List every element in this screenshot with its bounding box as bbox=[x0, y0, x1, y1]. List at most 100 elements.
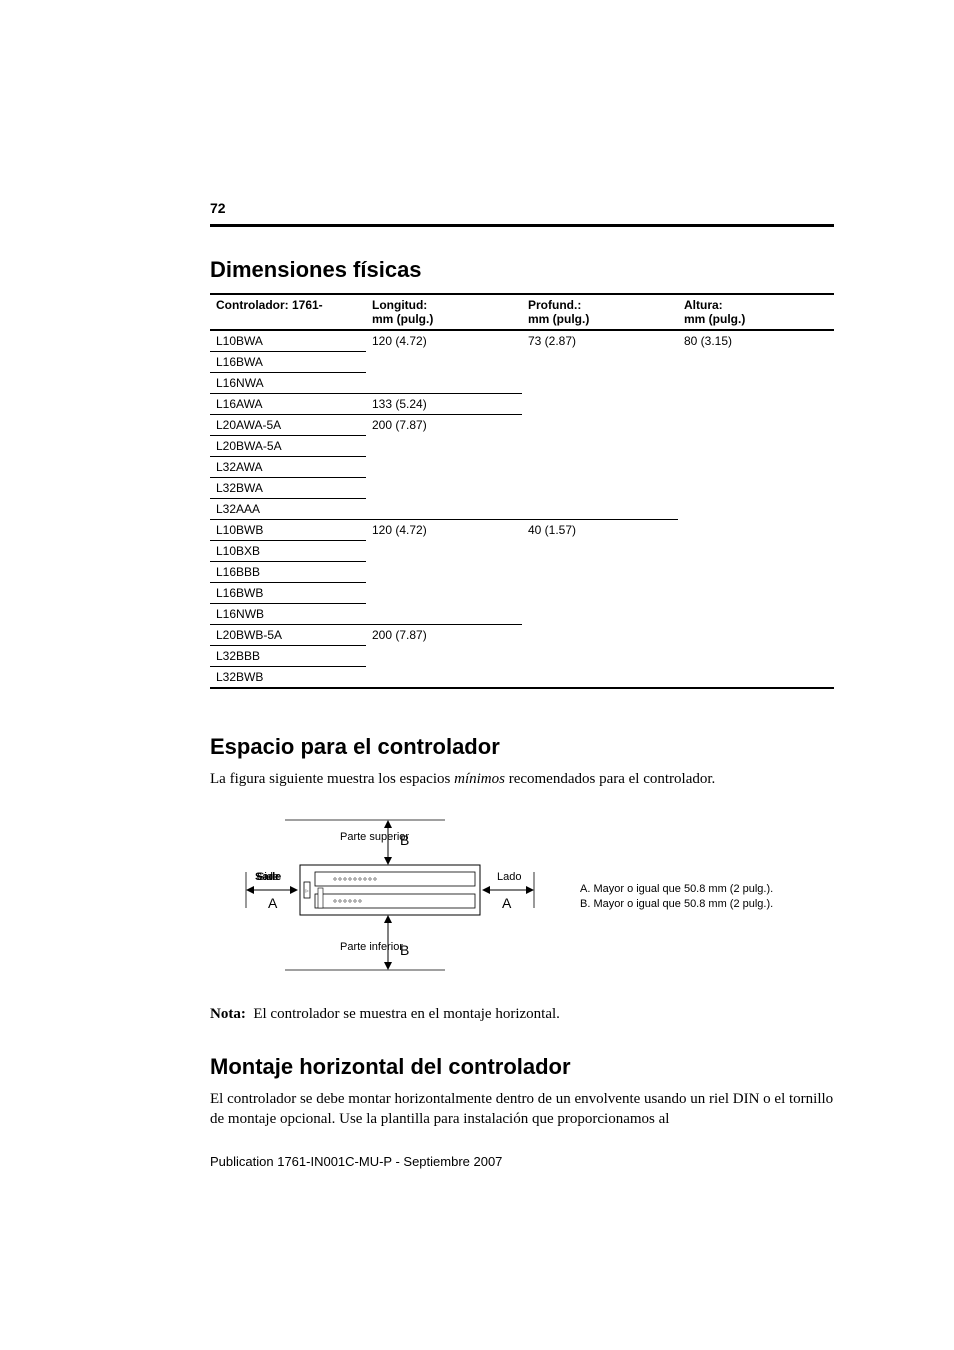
label-top: Parte superior bbox=[340, 831, 409, 843]
table-cell bbox=[678, 478, 834, 499]
th-depth-l1: Profund.: bbox=[528, 298, 581, 312]
th-depth: Profund.: mm (pulg.) bbox=[522, 294, 678, 330]
table-cell bbox=[522, 457, 678, 478]
table-cell bbox=[678, 646, 834, 667]
note-text: El controlador se muestra en el montaje … bbox=[253, 1006, 560, 1022]
intro-italic: mínimos bbox=[454, 771, 505, 787]
label-a-left: A bbox=[268, 895, 278, 911]
header-rule bbox=[210, 224, 834, 227]
page-number: 72 bbox=[210, 200, 834, 216]
label-bottom: Parte inferior bbox=[340, 941, 403, 953]
table-cell: L10BWA bbox=[210, 330, 366, 352]
montaje-para: El controlador se debe montar horizontal… bbox=[210, 1090, 834, 1129]
table-cell bbox=[366, 667, 522, 689]
table-cell: L20BWB-5A bbox=[210, 625, 366, 646]
table-row: L32AAA bbox=[210, 499, 834, 520]
table-cell bbox=[678, 667, 834, 689]
table-cell bbox=[678, 373, 834, 394]
spacing-diagram: ▷ bbox=[240, 810, 540, 985]
table-row: L10BXB bbox=[210, 541, 834, 562]
table-cell bbox=[678, 583, 834, 604]
table-row: L20BWA-5A bbox=[210, 436, 834, 457]
table-cell: L20BWA-5A bbox=[210, 436, 366, 457]
th-controller: Controlador: 1761- bbox=[210, 294, 366, 330]
table-cell: 200 (7.87) bbox=[366, 415, 522, 436]
th-length-l1: Longitud: bbox=[372, 298, 427, 312]
table-cell: L32BWA bbox=[210, 478, 366, 499]
espacio-intro: La figura siguiente muestra los espacios… bbox=[210, 770, 834, 790]
table-row: L10BWB120 (4.72)40 (1.57) bbox=[210, 520, 834, 541]
table-cell bbox=[522, 646, 678, 667]
th-height: Altura: mm (pulg.) bbox=[678, 294, 834, 330]
table-row: L16BWB bbox=[210, 583, 834, 604]
table-cell bbox=[366, 583, 522, 604]
heading-espacio: Espacio para el controlador bbox=[210, 734, 834, 760]
table-cell: 40 (1.57) bbox=[522, 520, 678, 541]
table-row: L20AWA-5A200 (7.87) bbox=[210, 415, 834, 436]
table-row: L32AWA bbox=[210, 457, 834, 478]
table-cell bbox=[522, 604, 678, 625]
table-cell bbox=[366, 478, 522, 499]
table-cell: L16BWB bbox=[210, 583, 366, 604]
legend-b: B. Mayor o igual que 50.8 mm (2 pulg.). bbox=[580, 897, 773, 912]
figure-legend: A. Mayor o igual que 50.8 mm (2 pulg.). … bbox=[580, 882, 773, 913]
table-cell: L16BWA bbox=[210, 352, 366, 373]
table-cell bbox=[366, 352, 522, 373]
table-cell bbox=[678, 352, 834, 373]
table-cell: 73 (2.87) bbox=[522, 330, 678, 352]
table-cell bbox=[678, 604, 834, 625]
table-row: L16NWB bbox=[210, 604, 834, 625]
table-cell: L32AAA bbox=[210, 499, 366, 520]
table-cell bbox=[678, 415, 834, 436]
table-cell bbox=[678, 394, 834, 415]
th-length: Longitud: mm (pulg.) bbox=[366, 294, 522, 330]
label-b-bottom: B bbox=[400, 942, 409, 958]
table-cell: L16AWA bbox=[210, 394, 366, 415]
table-row: L10BWA120 (4.72)73 (2.87)80 (3.15) bbox=[210, 330, 834, 352]
table-cell: L32AWA bbox=[210, 457, 366, 478]
table-cell: L16NWA bbox=[210, 373, 366, 394]
table-row: L32BWB bbox=[210, 667, 834, 689]
table-cell bbox=[366, 457, 522, 478]
note-line: Nota: El controlador se muestra en el mo… bbox=[210, 1005, 834, 1025]
table-row: L16AWA133 (5.24) bbox=[210, 394, 834, 415]
publication-footer: Publication 1761-IN001C-MU-P - Septiembr… bbox=[210, 1154, 834, 1169]
spacing-figure: ▷ bbox=[240, 810, 834, 985]
table-cell bbox=[366, 562, 522, 583]
table-cell bbox=[522, 394, 678, 415]
table-cell bbox=[366, 499, 522, 520]
table-row: L20BWB-5A200 (7.87) bbox=[210, 625, 834, 646]
table-row: L16NWA bbox=[210, 373, 834, 394]
th-depth-l2: mm (pulg.) bbox=[528, 312, 589, 326]
label-side-left-struck: Side bbox=[257, 871, 279, 883]
table-cell bbox=[522, 478, 678, 499]
table-cell bbox=[678, 457, 834, 478]
table-cell bbox=[366, 436, 522, 457]
table-cell bbox=[366, 541, 522, 562]
table-cell: 120 (4.72) bbox=[366, 520, 522, 541]
label-side-right: Lado bbox=[497, 871, 521, 883]
table-row: L16BBB bbox=[210, 562, 834, 583]
th-height-l2: mm (pulg.) bbox=[684, 312, 745, 326]
table-cell bbox=[678, 520, 834, 541]
legend-a: A. Mayor o igual que 50.8 mm (2 pulg.). bbox=[580, 882, 773, 897]
table-cell: L16NWB bbox=[210, 604, 366, 625]
table-row: L32BWA bbox=[210, 478, 834, 499]
table-cell: 200 (7.87) bbox=[366, 625, 522, 646]
table-cell: 133 (5.24) bbox=[366, 394, 522, 415]
table-cell: L32BBB bbox=[210, 646, 366, 667]
table-cell bbox=[678, 436, 834, 457]
table-cell: L20AWA-5A bbox=[210, 415, 366, 436]
table-header-row: Controlador: 1761- Longitud: mm (pulg.) … bbox=[210, 294, 834, 330]
table-cell bbox=[678, 625, 834, 646]
table-cell: L16BBB bbox=[210, 562, 366, 583]
table-cell bbox=[366, 373, 522, 394]
table-cell bbox=[522, 541, 678, 562]
table-cell bbox=[522, 583, 678, 604]
table-cell bbox=[522, 625, 678, 646]
heading-dimensiones: Dimensiones físicas bbox=[210, 257, 834, 283]
label-a-right: A bbox=[502, 895, 512, 911]
table-cell bbox=[366, 604, 522, 625]
table-cell bbox=[678, 499, 834, 520]
table-cell: 120 (4.72) bbox=[366, 330, 522, 352]
